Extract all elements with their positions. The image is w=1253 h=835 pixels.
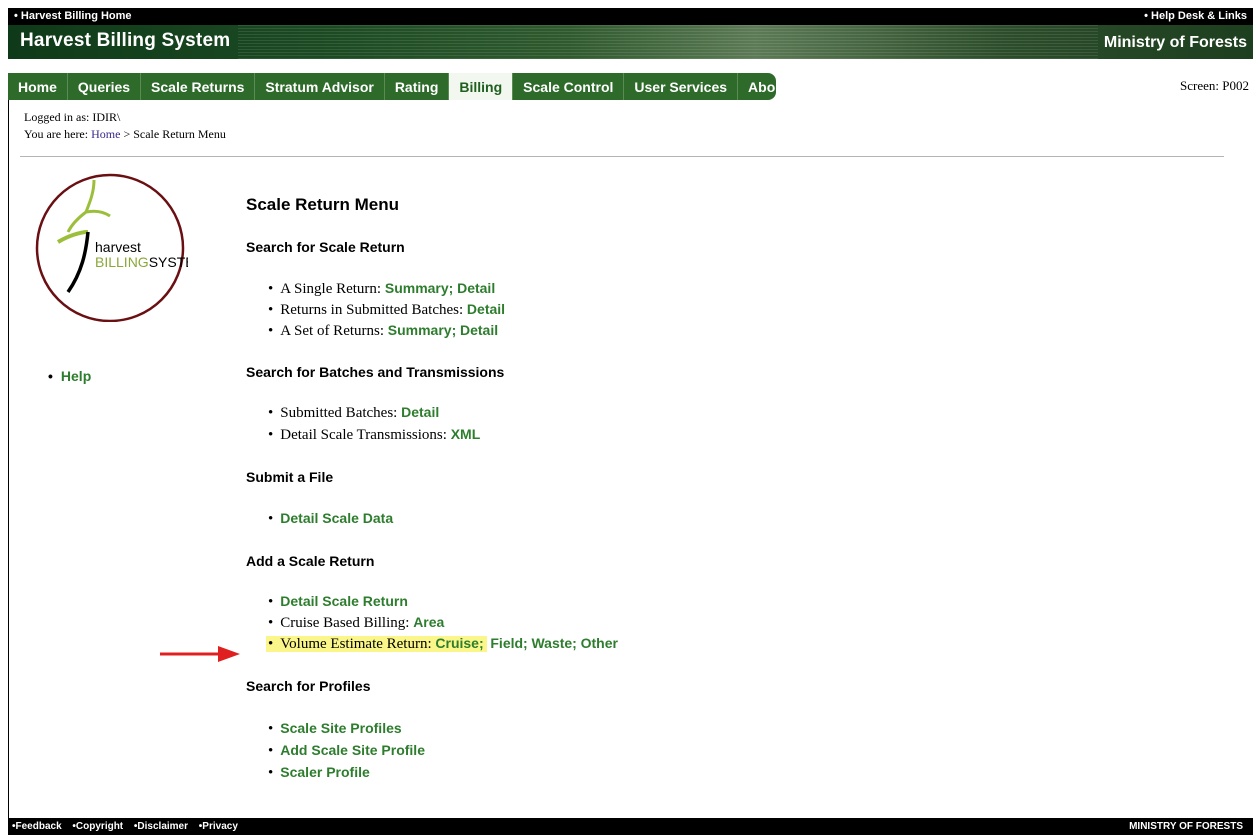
add-scale-site-profile-link[interactable]: Add Scale Site Profile — [280, 742, 425, 758]
list-item-detail-scale-transmissions: • Detail Scale Transmissions: XML — [268, 426, 481, 443]
tab-user-services[interactable]: User Services — [624, 73, 739, 100]
section-heading-search-profiles: Search for Profiles — [246, 678, 371, 694]
harvest-billing-system-logo: harvest BILLINGSYSTEM — [35, 173, 188, 322]
volume-estimate-cruise-link[interactable]: Cruise; — [435, 635, 483, 651]
breadcrumb-current: > Scale Return Menu — [120, 127, 226, 141]
help-desk-links-link[interactable]: • Help Desk & Links — [1144, 10, 1247, 22]
tab-home[interactable]: Home — [8, 73, 68, 100]
volume-estimate-highlight: • Volume Estimate Return: Cruise; — [266, 635, 487, 652]
list-item-single-return: • A Single Return: Summary; Detail — [268, 280, 496, 297]
detail-scale-transmissions-label: Detail Scale Transmissions: — [280, 427, 451, 443]
banner-decoration — [238, 25, 1098, 59]
ministry-logo-text: Ministry of Forests — [1103, 34, 1247, 51]
set-of-returns-summary-link[interactable]: Summary; — [388, 322, 456, 338]
main-nav: Home Queries Scale Returns Stratum Advis… — [8, 73, 788, 100]
bullet-icon: • — [48, 368, 53, 384]
footer-ministry-label: MINISTRY OF FORESTS — [1129, 821, 1243, 832]
detail-scale-return-link[interactable]: Detail Scale Return — [280, 593, 408, 609]
cruise-based-area-link[interactable]: Area — [413, 614, 444, 630]
breadcrumb-prefix: You are here: — [24, 127, 92, 141]
list-item-cruise-based-billing: • Cruise Based Billing: Area — [268, 614, 445, 631]
single-return-detail-link[interactable]: Detail — [457, 280, 495, 296]
screen-id: Screen: P002 — [1180, 78, 1249, 93]
sidebar-help: • Help — [48, 368, 91, 384]
tab-rating[interactable]: Rating — [385, 73, 450, 100]
single-return-summary-link[interactable]: Summary; — [385, 280, 453, 296]
list-item-submitted-batches: • Submitted Batches: Detail — [268, 404, 440, 421]
footer-privacy-link[interactable]: •Privacy — [199, 821, 238, 832]
top-utility-bar: • Harvest Billing Home • Help Desk & Lin… — [8, 8, 1253, 25]
list-item-detail-scale-return: • Detail Scale Return — [268, 593, 408, 610]
scaler-profile-link[interactable]: Scaler Profile — [280, 764, 370, 780]
transmissions-xml-link[interactable]: XML — [451, 426, 481, 442]
detail-scale-data-link[interactable]: Detail Scale Data — [280, 510, 393, 526]
section-heading-submit-file: Submit a File — [246, 469, 334, 485]
cruise-based-billing-label: Cruise Based Billing: — [280, 615, 414, 631]
help-link[interactable]: Help — [61, 368, 91, 384]
scale-site-profiles-link[interactable]: Scale Site Profiles — [280, 720, 401, 736]
section-heading-search-scale-return: Search for Scale Return — [246, 239, 405, 255]
header-divider — [20, 156, 1224, 157]
page-left-border — [8, 100, 9, 818]
list-item-returns-submitted-batches: • Returns in Submitted Batches: Detail — [268, 301, 506, 318]
tab-scale-control[interactable]: Scale Control — [513, 73, 625, 100]
page-title: Scale Return Menu — [246, 195, 400, 214]
list-item-add-scale-site-profile: • Add Scale Site Profile — [268, 742, 425, 759]
footer-feedback-link[interactable]: •Feedback — [12, 821, 62, 832]
tab-stratum-advisor[interactable]: Stratum Advisor — [255, 73, 385, 100]
returns-submitted-detail-link[interactable]: Detail — [467, 301, 505, 317]
volume-estimate-waste-link[interactable]: Waste; — [531, 635, 576, 651]
logo-text-billing-system: BILLINGSYSTEM — [95, 254, 188, 270]
submitted-batches-label: Submitted Batches: — [280, 405, 402, 421]
set-of-returns-label: A Set of Returns: — [280, 323, 388, 339]
breadcrumb-home-link[interactable]: Home — [91, 127, 120, 141]
red-arrow-icon — [160, 646, 240, 662]
breadcrumb: You are here: Home > Scale Return Menu — [24, 127, 226, 142]
logo-text-harvest: harvest — [95, 239, 141, 255]
site-title: Harvest Billing System — [20, 30, 231, 51]
single-return-label: A Single Return: — [280, 281, 385, 297]
list-item-scale-site-profiles: • Scale Site Profiles — [268, 720, 402, 737]
list-item-detail-scale-data: • Detail Scale Data — [268, 510, 394, 527]
submitted-batches-detail-link[interactable]: Detail — [401, 404, 439, 420]
harvest-billing-home-link[interactable]: • Harvest Billing Home — [14, 10, 132, 22]
logged-in-label: Logged in as: IDIR\ — [24, 110, 121, 124]
list-item-volume-estimate-return: • Volume Estimate Return: Cruise; Field; … — [266, 635, 618, 653]
tab-billing[interactable]: Billing — [449, 73, 514, 100]
site-banner: Harvest Billing System Ministry of Fores… — [8, 25, 1253, 59]
list-item-set-of-returns: • A Set of Returns: Summary; Detail — [268, 322, 499, 339]
set-of-returns-detail-link[interactable]: Detail — [460, 322, 498, 338]
tab-about[interactable]: About — [738, 73, 798, 100]
footer-disclaimer-link[interactable]: •Disclaimer — [134, 821, 188, 832]
tab-queries[interactable]: Queries — [68, 73, 142, 100]
volume-estimate-other-link[interactable]: Other — [581, 635, 618, 651]
returns-submitted-label: Returns in Submitted Batches: — [280, 302, 467, 318]
footer-copyright-link[interactable]: •Copyright — [72, 821, 123, 832]
volume-estimate-label: Volume Estimate Return: — [280, 636, 436, 652]
list-item-scaler-profile: • Scaler Profile — [268, 764, 370, 781]
section-heading-search-batches: Search for Batches and Transmissions — [246, 364, 505, 380]
section-heading-add-scale-return: Add a Scale Return — [246, 553, 375, 569]
volume-estimate-field-link[interactable]: Field; — [490, 635, 527, 651]
footer: •Feedback •Copyright •Disclaimer •Privac… — [8, 818, 1253, 835]
tab-scale-returns[interactable]: Scale Returns — [141, 73, 256, 100]
